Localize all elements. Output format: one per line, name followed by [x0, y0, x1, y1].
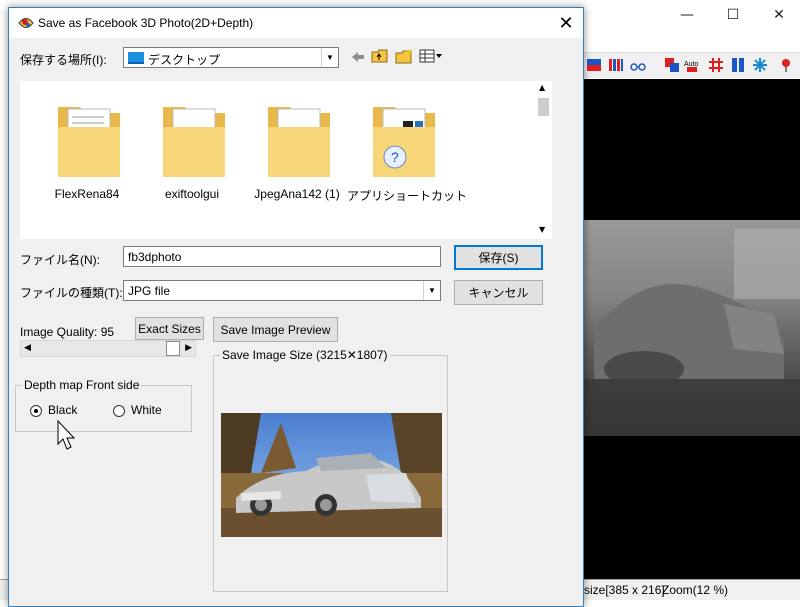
snowflake-icon[interactable]: [752, 57, 768, 73]
dialog-titlebar[interactable]: Save as Facebook 3D Photo(2D+Depth) ✕: [9, 8, 583, 38]
dialog-close-button[interactable]: ✕: [549, 8, 583, 38]
filetype-combo[interactable]: JPG file ▼: [123, 280, 441, 301]
scroll-down-icon[interactable]: ▼: [539, 225, 545, 234]
pause-bars-icon[interactable]: [730, 57, 746, 73]
radio-white-label: White: [131, 403, 162, 417]
cancel-button[interactable]: キャンセル: [454, 280, 543, 305]
folder-icon: ?: [373, 107, 435, 177]
radio-black-button[interactable]: [30, 405, 42, 417]
scroll-left-icon[interactable]: ◀: [24, 343, 31, 353]
exact-sizes-button[interactable]: Exact Sizes: [135, 317, 204, 340]
layers-icon[interactable]: [664, 57, 680, 73]
radio-black-label: Black: [48, 403, 78, 417]
list-item[interactable]: ? アプリショートカット: [347, 93, 467, 213]
filetype-label: ファイルの種類(T):: [20, 286, 123, 300]
depth-map-preview: [584, 79, 800, 579]
depth-map-groupbox: Depth map Front side Black White: [15, 378, 192, 432]
file-name: FlexRena84: [54, 187, 120, 201]
save-in-value: デスクトップ: [148, 53, 221, 67]
grid-icon[interactable]: [708, 57, 724, 73]
maximize-icon: ☐: [726, 7, 740, 23]
file-name: アプリショートカット: [347, 189, 468, 203]
save-in-label: 保存する場所(I):: [20, 53, 107, 67]
zoom-readout: Zoom(12 %): [662, 583, 729, 597]
save-button[interactable]: 保存(S): [454, 245, 543, 270]
scrollbar-thumb[interactable]: [538, 98, 549, 116]
filetype-value: JPG file: [128, 284, 171, 298]
list-item[interactable]: exiftoolgui: [137, 93, 237, 213]
list-item[interactable]: JpegAna142 (1): [242, 93, 342, 213]
svg-text:Auto: Auto: [684, 61, 699, 68]
folder-icon: [268, 107, 330, 177]
save-image-preview-button[interactable]: Save Image Preview: [213, 317, 338, 342]
photo-preview: [221, 413, 442, 537]
quality-slider[interactable]: ◀ ▶: [20, 340, 196, 357]
close-icon: ✕: [558, 12, 574, 34]
desktop-icon: [128, 52, 144, 64]
list-scrollbar[interactable]: ▲ ▼: [535, 81, 552, 239]
save-dialog: Save as Facebook 3D Photo(2D+Depth) ✕ 保存…: [8, 7, 584, 607]
file-name: exiftoolgui: [164, 187, 220, 201]
pin-icon[interactable]: [778, 57, 794, 73]
columns-icon[interactable]: [608, 57, 624, 73]
folder-icon: [163, 107, 225, 177]
app-toolbar: Auto: [584, 52, 800, 78]
save-image-size-groupbox: Save Image Size (3215✕1807): [213, 348, 448, 592]
up-folder-icon[interactable]: [371, 48, 389, 64]
image-size-readout: size[385 x 216]: [584, 583, 665, 597]
folder-icon: [58, 107, 120, 177]
image-quality-text: Image Quality:: [20, 325, 98, 339]
file-name: JpegAna142 (1): [254, 187, 340, 201]
auto-adjust-icon[interactable]: Auto: [684, 57, 700, 73]
minimize-icon: —: [680, 7, 694, 23]
scroll-right-icon[interactable]: ▶: [185, 343, 192, 353]
file-list[interactable]: FlexRena84 exiftoolgui JpegAna142 (1) ? …: [20, 81, 552, 239]
image-quality-label: Image Quality: 95: [20, 325, 114, 339]
save-in-combo[interactable]: デスクトップ ▼: [123, 47, 339, 68]
radio-white[interactable]: White: [113, 403, 183, 419]
svg-text:?: ?: [391, 149, 399, 165]
filename-value: fb3dphoto: [128, 250, 182, 264]
image-quality-value: 95: [100, 325, 115, 339]
view-menu-icon[interactable]: [419, 48, 443, 64]
list-item[interactable]: FlexRena84: [32, 93, 132, 213]
filename-input[interactable]: fb3dphoto: [123, 246, 441, 267]
back-arrow-icon[interactable]: [350, 49, 366, 65]
save-image-size-label: Save Image Size (3215✕1807): [220, 348, 390, 362]
close-app-button[interactable]: ✕: [756, 0, 800, 30]
maximize-button[interactable]: ☐: [710, 0, 756, 30]
stereo-glasses-icon[interactable]: [630, 57, 646, 73]
slider-thumb[interactable]: [166, 341, 180, 356]
radio-black[interactable]: Black: [30, 403, 100, 419]
dialog-title: Save as Facebook 3D Photo(2D+Depth): [38, 16, 254, 30]
filename-label: ファイル名(N):: [20, 253, 100, 267]
dropdown-arrow-icon[interactable]: ▼: [423, 281, 440, 300]
radio-white-button[interactable]: [113, 405, 125, 417]
app-logo-icon: [18, 18, 34, 28]
mouse-cursor-icon: [57, 420, 76, 450]
close-icon: ✕: [773, 7, 785, 23]
split-view-icon[interactable]: [586, 57, 602, 73]
minimize-button[interactable]: —: [664, 0, 710, 30]
depth-map-image: [584, 220, 800, 436]
dropdown-arrow-icon[interactable]: ▼: [321, 48, 338, 67]
new-folder-icon[interactable]: [395, 48, 413, 64]
depth-map-group-title: Depth map Front side: [22, 378, 142, 392]
scroll-up-icon[interactable]: ▲: [539, 83, 545, 92]
